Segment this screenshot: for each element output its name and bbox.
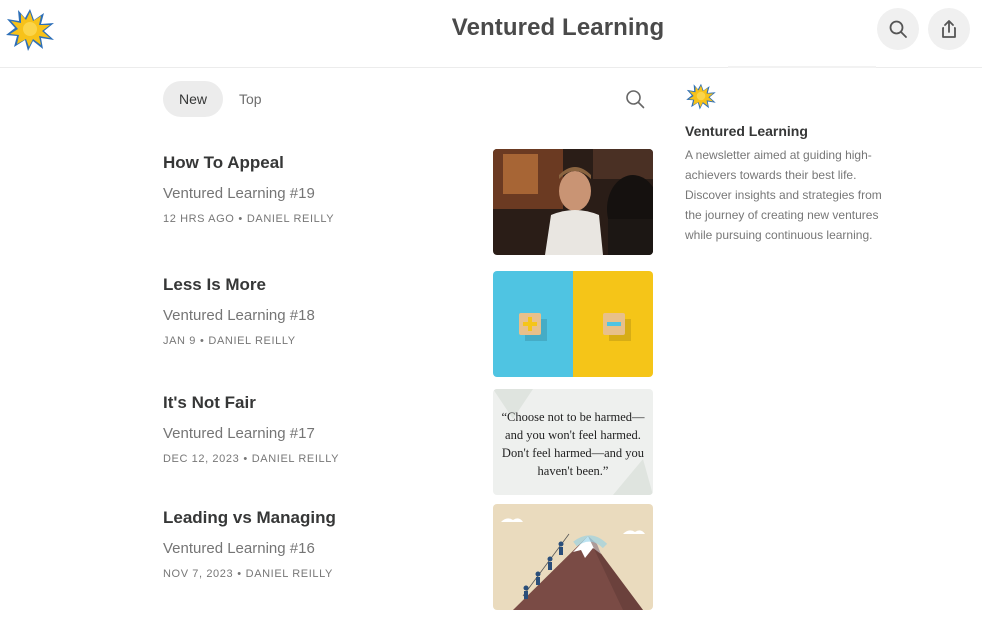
post-thumbnail[interactable]: “Choose not to be harmed— and you won't …	[493, 389, 653, 495]
post-author[interactable]: DANIEL REILLY	[252, 453, 339, 465]
search-icon	[626, 90, 645, 109]
plus-minus-blocks-photo	[493, 271, 653, 377]
post-item[interactable]: How To Appeal Ventured Learning #19 12 H…	[163, 149, 653, 259]
post-meta: NOV 7, 2023 • DANIEL REILLY	[163, 568, 333, 580]
starburst-logo-icon[interactable]	[685, 80, 717, 112]
post-item[interactable]: Less Is More Ventured Learning #18 JAN 9…	[163, 271, 653, 381]
post-meta: DEC 12, 2023 • DANIEL REILLY	[163, 453, 340, 465]
post-title[interactable]: How To Appeal	[163, 153, 284, 173]
quote-line: “Choose not to be harmed—	[501, 410, 645, 424]
feed-tabs: New Top	[163, 81, 278, 117]
post-date: 12 HRS AGO	[163, 213, 235, 225]
post-title[interactable]: It's Not Fair	[163, 393, 256, 413]
post-subtitle: Ventured Learning #17	[163, 425, 315, 442]
post-author[interactable]: DANIEL REILLY	[247, 213, 334, 225]
tab-new[interactable]: New	[163, 81, 224, 117]
publication-name[interactable]: Ventured Learning	[685, 123, 900, 139]
post-thumbnail[interactable]	[493, 504, 653, 610]
publication-sidebar: Ventured Learning A newsletter aimed at …	[685, 80, 900, 245]
quote-line: haven't been.”	[538, 464, 609, 478]
post-date: NOV 7, 2023	[163, 568, 234, 580]
site-title[interactable]: Ventured Learning	[0, 14, 982, 42]
post-subtitle: Ventured Learning #18	[163, 307, 315, 324]
post-date: DEC 12, 2023	[163, 453, 240, 465]
quote-line: and you won't feel harmed.	[505, 428, 641, 442]
post-thumbnail[interactable]	[493, 149, 653, 255]
mountain-climbers-illustration	[493, 504, 653, 610]
post-author[interactable]: DANIEL REILLY	[208, 335, 295, 347]
post-subtitle: Ventured Learning #16	[163, 540, 315, 557]
two-men-talking-photo	[493, 149, 653, 255]
feed-search-button[interactable]	[624, 88, 646, 110]
header-search-button[interactable]	[877, 8, 919, 50]
post-thumbnail[interactable]	[493, 271, 653, 377]
publication-description: A newsletter aimed at guiding high-achie…	[685, 148, 882, 242]
post-title[interactable]: Leading vs Managing	[163, 508, 336, 528]
post-meta: JAN 9 • DANIEL REILLY	[163, 335, 296, 347]
post-item[interactable]: It's Not Fair Ventured Learning #17 DEC …	[163, 389, 653, 499]
post-item[interactable]: Leading vs Managing Ventured Learning #1…	[163, 504, 653, 614]
quote-image: “Choose not to be harmed— and you won't …	[493, 389, 653, 495]
post-date: JAN 9	[163, 335, 196, 347]
quote-line: Don't feel harmed—and you	[502, 446, 645, 460]
share-button[interactable]	[928, 8, 970, 50]
sidebar-divider	[728, 66, 876, 68]
post-title[interactable]: Less Is More	[163, 275, 266, 295]
post-subtitle: Ventured Learning #19	[163, 185, 315, 202]
post-meta: 12 HRS AGO • DANIEL REILLY	[163, 213, 335, 225]
tab-top[interactable]: Top	[223, 81, 278, 117]
search-icon	[889, 20, 907, 38]
post-author[interactable]: DANIEL REILLY	[246, 568, 333, 580]
top-bar: Ventured Learning	[0, 0, 982, 68]
share-icon	[942, 20, 956, 38]
